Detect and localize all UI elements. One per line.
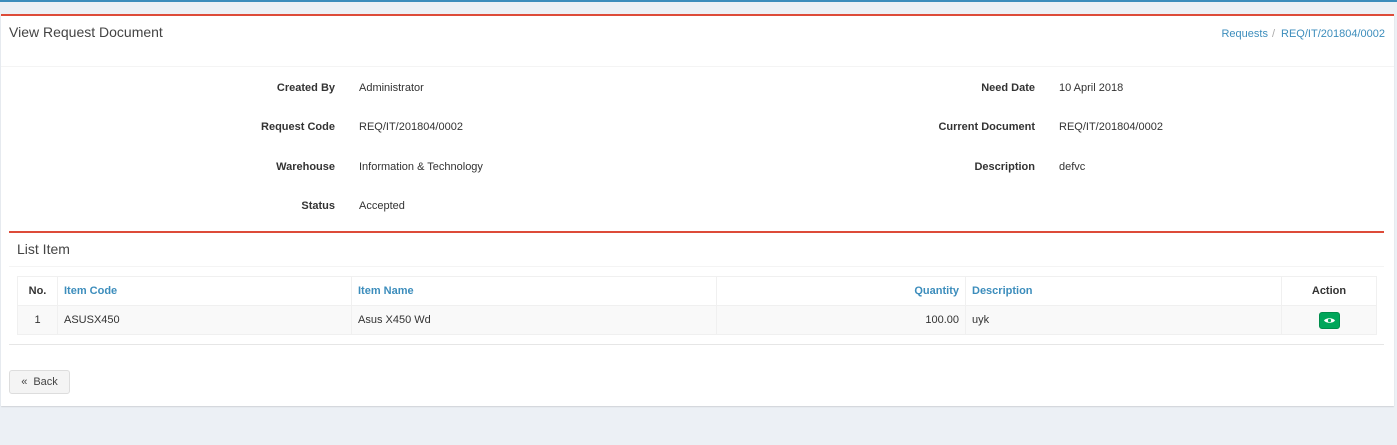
items-table: No. Item Code Item Name Quantity Descrip…	[17, 276, 1377, 335]
cell-quantity: 100.00	[716, 305, 966, 335]
double-chevron-left-icon: «	[21, 376, 28, 388]
column-quantity[interactable]: Quantity	[716, 276, 966, 306]
request-code-label: Request Code	[261, 121, 335, 133]
warehouse-label: Warehouse	[276, 161, 335, 173]
description-label: Description	[974, 161, 1035, 173]
eye-icon	[1323, 317, 1335, 323]
list-header: List Item	[9, 233, 1384, 267]
column-item-name[interactable]: Item Name	[351, 276, 717, 306]
column-no: No.	[17, 276, 58, 306]
column-item-code[interactable]: Item Code	[57, 276, 352, 306]
list-item-box: List Item No. Item Code Item Name Quanti…	[9, 231, 1384, 345]
breadcrumb: Requests / REQ/IT/201804/0002	[1221, 28, 1385, 40]
current-document-value: REQ/IT/201804/0002	[1059, 121, 1163, 133]
page-title: View Request Document	[9, 24, 163, 40]
table-header-row: No. Item Code Item Name Quantity Descrip…	[17, 276, 1377, 306]
status-value: Accepted	[359, 200, 405, 212]
column-action: Action	[1281, 276, 1377, 306]
current-document-label: Current Document	[938, 121, 1035, 133]
created-by-value: Administrator	[359, 82, 424, 94]
list-title: List Item	[17, 241, 70, 257]
breadcrumb-separator: /	[1271, 28, 1276, 40]
cell-item-name: Asus X450 Wd	[351, 305, 717, 335]
box-header: View Request Document Requests / REQ/IT/…	[1, 16, 1394, 67]
back-label: Back	[33, 376, 58, 388]
breadcrumb-requests[interactable]: Requests	[1221, 28, 1267, 40]
breadcrumb-current[interactable]: REQ/IT/201804/0002	[1281, 28, 1385, 40]
request-code-value: REQ/IT/201804/0002	[359, 121, 463, 133]
created-by-label: Created By	[276, 82, 335, 94]
cell-item-code: ASUSX450	[57, 305, 352, 335]
view-item-button[interactable]	[1318, 311, 1340, 329]
cell-no: 1	[17, 305, 58, 335]
back-button[interactable]: « Back	[9, 370, 70, 394]
need-date-label: Need Date	[981, 82, 1035, 94]
warehouse-value: Information & Technology	[359, 161, 483, 173]
status-label: Status	[301, 200, 335, 212]
top-navbar-edge	[0, 0, 1397, 2]
cell-description: uyk	[965, 305, 1282, 335]
table-row: 1 ASUSX450 Asus X450 Wd 100.00 uyk	[17, 305, 1377, 335]
column-description[interactable]: Description	[965, 276, 1282, 306]
cell-action	[1281, 305, 1377, 335]
request-document-box: View Request Document Requests / REQ/IT/…	[1, 14, 1394, 406]
description-value: defvc	[1059, 161, 1086, 173]
request-details: Created By Administrator Request Code RE…	[1, 67, 1394, 232]
need-date-value: 10 April 2018	[1059, 82, 1124, 94]
